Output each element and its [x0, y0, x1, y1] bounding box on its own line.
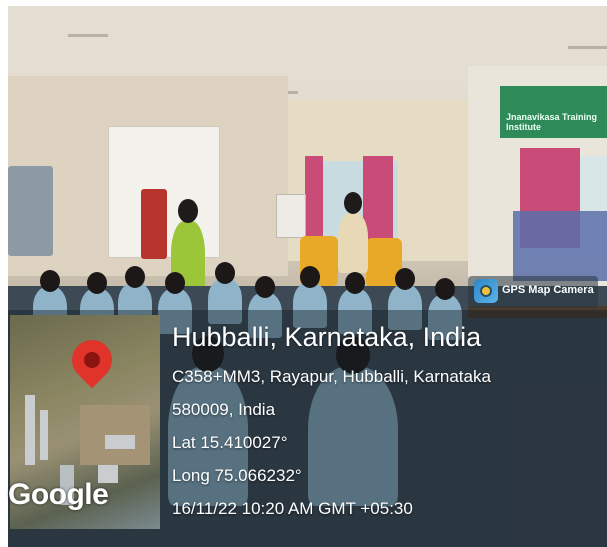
equipment-rack: [513, 211, 607, 281]
latitude: Lat 15.410027°: [172, 433, 288, 452]
air-cooler: [276, 194, 306, 238]
location-title: Hubballi, Karnataka, India: [172, 322, 482, 352]
curtain: [363, 156, 393, 241]
machine: [141, 189, 167, 259]
map-building: [105, 435, 135, 449]
ceiling-fan: [68, 34, 108, 37]
camera-lens-icon: [474, 279, 498, 303]
institute-sign: Jnanavikasa Training Institute: [500, 86, 607, 138]
longitude: Long 75.066232°: [172, 466, 302, 485]
address-line-1: C358+MM3, Rayapur, Hubballi, Karnataka: [172, 367, 491, 386]
curtain: [305, 156, 323, 241]
machine: [8, 166, 53, 256]
map-pin-icon: [63, 331, 121, 389]
instructor: [338, 213, 368, 273]
app-label: GPS Map Camera: [502, 284, 594, 296]
map-building: [25, 395, 35, 465]
ceiling-fan: [568, 46, 607, 49]
google-logo: Google: [8, 478, 109, 511]
instructor-head: [344, 192, 362, 214]
teacher-head: [178, 199, 198, 223]
timestamp: 16/11/22 10:20 AM GMT +05:30: [172, 499, 413, 518]
map-building: [40, 410, 48, 460]
address-line-2: 580009, India: [172, 400, 276, 419]
